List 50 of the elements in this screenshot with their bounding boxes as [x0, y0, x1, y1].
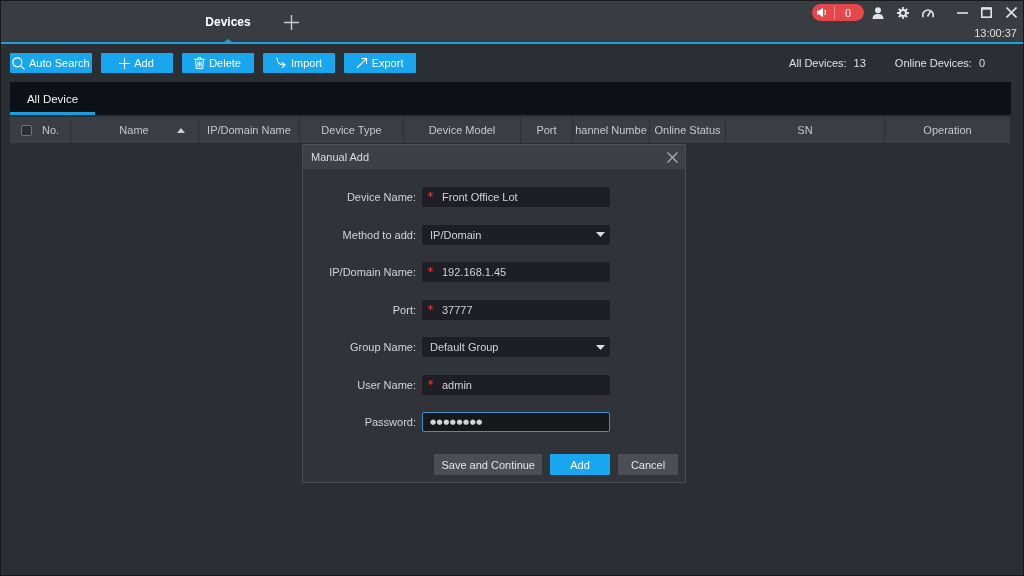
field-label: Device Name: [346, 191, 416, 203]
alarm-button[interactable]: 0 [812, 4, 864, 21]
close-icon[interactable] [667, 151, 678, 163]
field-label: Method to add: [342, 228, 416, 241]
dialog-title: Manual Add [311, 151, 370, 163]
dialog-button[interactable]: Save and Continue [434, 454, 542, 475]
column-header[interactable]: Port [536, 124, 557, 136]
maximize-icon[interactable] [981, 7, 992, 18]
trash-icon [194, 57, 206, 69]
count-label: Online Devices: [894, 57, 972, 69]
search-icon [12, 56, 25, 70]
sort-icon[interactable] [177, 127, 185, 133]
column-header[interactable]: SN [797, 124, 813, 136]
field-label: IP/Domain Name: [329, 266, 416, 278]
column-header[interactable]: hannel Numbe [575, 124, 647, 136]
field-label: Group Name: [349, 341, 416, 353]
text-field[interactable]: Front Office Lot [422, 187, 610, 207]
minimize-icon[interactable] [957, 11, 968, 14]
diagonal-arrow-icon [355, 57, 368, 69]
clock-time: 13:00:37 [974, 27, 1017, 40]
caret-icon[interactable] [596, 344, 605, 350]
field-label: Port: [392, 303, 416, 316]
field-label: Password: [364, 416, 416, 428]
dropdown-field[interactable]: Default Group [422, 337, 610, 357]
count-value: 13 [853, 57, 866, 69]
nav-tab[interactable]: Devices [192, 1, 264, 42]
plus-icon[interactable] [284, 15, 299, 30]
count-label: All Devices: [789, 57, 847, 69]
dialog-button[interactable]: Cancel [618, 454, 678, 475]
caret-icon[interactable] [596, 232, 605, 237]
plus-icon [119, 57, 131, 69]
text-field[interactable]: 37777 [422, 299, 610, 320]
select-all-checkbox[interactable] [21, 124, 32, 136]
column-header[interactable]: Device Type [321, 124, 382, 136]
column-header[interactable]: Online Status [654, 124, 721, 136]
column-header[interactable]: Device Model [428, 124, 496, 136]
speaker-icon [817, 7, 827, 18]
settings-icon[interactable] [897, 6, 909, 19]
gauge-icon[interactable] [922, 7, 934, 18]
column-header[interactable]: IP/Domain Name [207, 124, 291, 136]
text-field[interactable]: admin [422, 374, 610, 395]
text-field[interactable]: 192.168.1.45 [422, 262, 610, 282]
curved-arrow-icon [274, 57, 287, 69]
column-header[interactable]: Name [119, 124, 149, 136]
count-value: 0 [978, 57, 985, 69]
column-header[interactable]: Operation [923, 124, 972, 136]
dropdown-field[interactable]: IP/Domain [422, 224, 610, 245]
field-label: User Name: [357, 378, 416, 391]
user-icon[interactable] [872, 6, 884, 19]
column-header[interactable]: No. [42, 124, 60, 136]
